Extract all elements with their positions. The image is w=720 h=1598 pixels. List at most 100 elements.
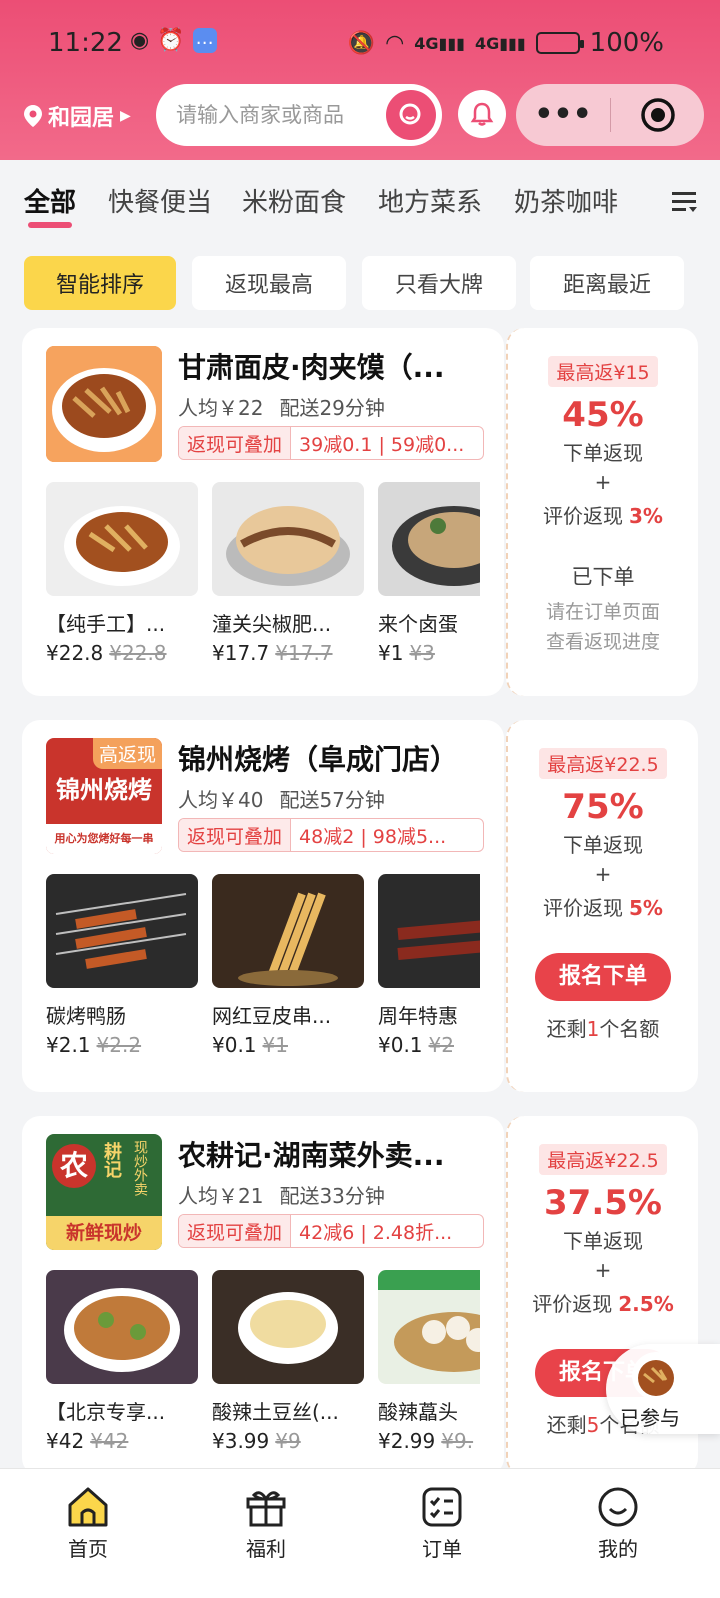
filter-smart-sort[interactable]: 智能排序 xyxy=(24,256,176,310)
product-item[interactable]: 碳烤鸭肠 ¥2.1 ¥2.2 xyxy=(46,874,198,1057)
product-price: ¥1 ¥3 xyxy=(378,641,435,665)
product-item[interactable]: 【北京专享... ¥42 ¥42 xyxy=(46,1270,198,1453)
promo-label: 返现可叠加 xyxy=(179,819,292,851)
battery-icon xyxy=(535,32,584,54)
promo-label: 返现可叠加 xyxy=(179,427,292,459)
product-image xyxy=(212,874,364,988)
review-rebate-percent: 2.5% xyxy=(618,1292,674,1316)
filter-big-brands[interactable]: 只看大牌 xyxy=(362,256,516,310)
nav-profile[interactable]: 我的 xyxy=(568,1485,668,1562)
product-item[interactable]: 【纯手工】... ¥22.8 ¥22.8 xyxy=(46,482,198,665)
shop-card[interactable]: 高返现 锦州烧烤 用心为您烤好每一串 锦州烧烤（阜成门店） 人均￥40 配送57分… xyxy=(22,720,504,1092)
per-capita: 人均￥22 xyxy=(178,396,264,420)
original-price: ¥22.8 xyxy=(109,641,167,665)
notification-button[interactable] xyxy=(458,90,506,138)
tab-noodles[interactable]: 米粉面食 xyxy=(242,182,346,219)
product-image xyxy=(212,1270,364,1384)
tab-regional[interactable]: 地方菜系 xyxy=(378,182,482,219)
shop-logo: 农 耕记 现炒外卖 新鲜现炒 xyxy=(46,1134,162,1250)
tab-all[interactable]: 全部 xyxy=(24,182,76,219)
rebate-percent: 75% xyxy=(562,787,644,827)
nav-welfare-label: 福利 xyxy=(246,1537,286,1561)
status-right-icons: 🔕 ◠ 4G▮▮▮ 4G▮▮▮ 100% xyxy=(348,28,664,58)
nav-home[interactable]: 首页 xyxy=(38,1485,138,1562)
promo-label: 返现可叠加 xyxy=(179,1215,292,1247)
order-status: 已下单 xyxy=(571,565,635,589)
shop-meta: 人均￥21 配送33分钟 xyxy=(178,1180,401,1209)
original-price: ¥9. xyxy=(441,1429,474,1453)
order-rebate-label: 下单返现 xyxy=(563,1229,643,1253)
search-button[interactable] xyxy=(386,90,436,140)
review-rebate: 评价返现 5% xyxy=(543,896,663,920)
max-rebate-badge: 最高返¥22.5 xyxy=(539,748,667,779)
bell-icon xyxy=(470,102,494,126)
nav-profile-label: 我的 xyxy=(598,1537,638,1561)
logo-subtext: 现炒外卖 xyxy=(132,1140,148,1196)
product-list: 【北京专享... ¥42 ¥42 酸辣土豆丝(... ¥3.99 ¥9 酸辣藠头 ¥… xyxy=(46,1270,480,1470)
promo-tag: 返现可叠加 42减6 | 2.48折... xyxy=(178,1214,484,1248)
gift-icon xyxy=(246,1491,286,1527)
rebate-panel: 最高返¥22.5 75% 下单返现 + 评价返现 5% 报名下单 还剩1个名额 xyxy=(506,720,698,1092)
shop-card[interactable]: 甘肃面皮·肉夹馍（... 人均￥22 配送29分钟 返现可叠加 39减0.1 | … xyxy=(22,328,504,696)
search-box[interactable] xyxy=(156,84,442,146)
remaining-quota: 还剩1个名额 xyxy=(546,1017,660,1041)
location-selector[interactable]: 和园居 ▶ xyxy=(24,100,131,132)
nav-orders[interactable]: 订单 xyxy=(392,1485,492,1562)
plus-sign: + xyxy=(594,862,612,886)
nav-home-label: 首页 xyxy=(68,1537,108,1561)
target-icon xyxy=(640,98,675,132)
joined-float-button[interactable]: 已参与 xyxy=(606,1344,720,1434)
product-item[interactable]: 周年特惠 ¥0.1 ¥2 xyxy=(378,874,480,1057)
signal-icon-2: 4G▮▮▮ xyxy=(474,33,526,53)
product-price: ¥2.99 ¥9. xyxy=(378,1429,474,1453)
home-icon xyxy=(68,1487,108,1527)
product-item[interactable]: 来个卤蛋 ¥1 ¥3 xyxy=(378,482,480,665)
original-price: ¥1 xyxy=(262,1033,288,1057)
close-miniprogram-button[interactable] xyxy=(611,97,704,133)
product-item[interactable]: 酸辣土豆丝(... ¥3.99 ¥9 xyxy=(212,1270,364,1453)
miniprogram-capsule: ••• xyxy=(516,84,704,146)
filter-highest-rebate[interactable]: 返现最高 xyxy=(192,256,346,310)
product-name: 碳烤鸭肠 xyxy=(46,1004,126,1028)
signal-icon: 4G▮▮▮ xyxy=(414,33,465,53)
per-capita: 人均￥21 xyxy=(178,1184,264,1208)
product-price: ¥17.7 ¥17.7 xyxy=(212,641,333,665)
filter-nearest[interactable]: 距离最近 xyxy=(530,256,684,310)
alarm-icon: ⏰ xyxy=(157,28,185,53)
more-button[interactable]: ••• xyxy=(516,100,610,130)
sort-filters: 智能排序 返现最高 只看大牌 距离最近 xyxy=(0,256,720,316)
shop-name[interactable]: 甘肃面皮·肉夹馍（... xyxy=(178,346,488,386)
status-left-icons: ◉ ⏰ … xyxy=(130,28,217,53)
nav-orders-label: 订单 xyxy=(422,1537,462,1561)
product-item[interactable]: 潼关尖椒肥... ¥17.7 ¥17.7 xyxy=(212,482,364,665)
product-item[interactable]: 网红豆皮串... ¥0.1 ¥1 xyxy=(212,874,364,1057)
promo-tag: 返现可叠加 39减0.1 | 59减0... xyxy=(178,426,484,460)
shop-name[interactable]: 锦州烧烤（阜成门店） xyxy=(178,738,488,778)
product-name: 酸辣藠头 xyxy=(378,1400,458,1424)
delivery-time: 配送57分钟 xyxy=(279,788,385,812)
shop-name[interactable]: 农耕记·湖南菜外卖... xyxy=(178,1134,488,1174)
signup-order-button[interactable]: 报名下单 xyxy=(535,953,671,1001)
per-capita: 人均￥40 xyxy=(178,788,264,812)
shop-card[interactable]: 农 耕记 现炒外卖 新鲜现炒 农耕记·湖南菜外卖... 人均￥21 配送33分钟 … xyxy=(22,1116,504,1476)
product-item[interactable]: 酸辣藠头 ¥2.99 ¥9. xyxy=(378,1270,480,1453)
max-rebate-badge: 最高返¥15 xyxy=(548,356,658,387)
delivery-time: 配送33分钟 xyxy=(279,1184,385,1208)
noodle-dish-image xyxy=(46,346,162,462)
order-hint: 请在订单页面 查看返现进度 xyxy=(545,601,660,653)
logo-slogan: 用心为您烤好每一串 xyxy=(46,824,162,854)
nav-welfare[interactable]: 福利 xyxy=(216,1485,316,1562)
product-image xyxy=(46,482,198,596)
product-name: 酸辣土豆丝(... xyxy=(212,1400,339,1424)
review-rebate-percent: 5% xyxy=(629,896,663,920)
tab-tea-coffee[interactable]: 奶茶咖啡 xyxy=(514,182,618,219)
search-icon xyxy=(399,103,421,125)
search-input[interactable] xyxy=(176,103,376,127)
product-name: 【北京专享... xyxy=(46,1400,166,1424)
original-price: ¥42 xyxy=(90,1429,129,1453)
logo-slogan: 新鲜现炒 xyxy=(46,1216,162,1250)
tab-fast-food[interactable]: 快餐便当 xyxy=(108,182,212,219)
location-pin-icon xyxy=(24,105,42,127)
product-price: ¥0.1 ¥2 xyxy=(378,1033,454,1057)
category-menu-icon[interactable] xyxy=(672,190,698,214)
